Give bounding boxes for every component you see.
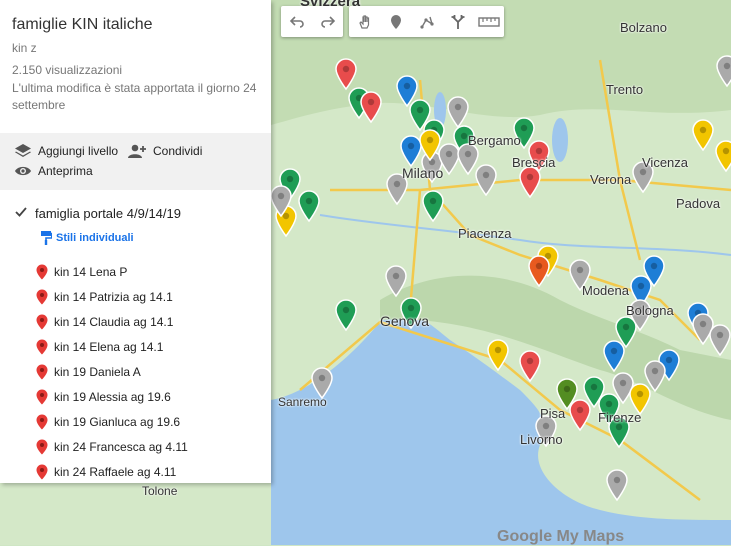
layers-icon <box>15 144 31 157</box>
view-count: 2.150 visualizzazioni <box>12 63 123 77</box>
add-person-icon <box>128 144 146 158</box>
preview-button[interactable]: Anteprima <box>14 164 93 178</box>
add-layer-label: Aggiungi livello <box>38 144 119 158</box>
list-item[interactable]: kin 14 Elena ag 14.1 <box>36 334 188 359</box>
hand-icon[interactable] <box>349 6 380 37</box>
list-item[interactable]: kin 24 Raffaele ag 4.11 <box>36 459 188 484</box>
list-item-label: kin 19 Daniela A <box>54 364 141 379</box>
list-item[interactable]: kin 19 Alessia ag 19.6 <box>36 384 188 409</box>
map-author: kin z <box>12 41 37 55</box>
map-label: Firenze <box>598 410 642 425</box>
red-pin-icon <box>36 289 48 304</box>
list-item-label: kin 14 Patrizia ag 14.1 <box>54 289 173 304</box>
red-pin-icon <box>36 464 48 479</box>
individual-styles-label: Stili individuali <box>56 231 134 244</box>
legend-panel: famiglie KIN italiche kin z 2.150 visual… <box>0 0 271 483</box>
map-label: Piacenza <box>458 226 512 241</box>
map-label: Bologna <box>626 303 674 318</box>
map-label: Bolzano <box>620 20 667 35</box>
undo-icon[interactable] <box>281 6 312 37</box>
map-label: Trento <box>606 82 644 97</box>
list-item-label: kin 24 Francesca ag 4.11 <box>54 439 188 454</box>
directions-icon[interactable] <box>442 6 473 37</box>
map-label: Brescia <box>512 155 556 170</box>
list-item[interactable]: kin 19 Gianluca ag 19.6 <box>36 409 188 434</box>
map-label: Modena <box>582 283 629 298</box>
red-pin-icon <box>36 314 48 329</box>
map-label: Padova <box>676 196 721 211</box>
layer-checkbox[interactable] <box>15 205 27 221</box>
list-item-label: kin 19 Gianluca ag 19.6 <box>54 414 181 429</box>
add-layer-button[interactable]: Aggiungi livello <box>14 143 118 159</box>
redo-icon[interactable] <box>312 6 343 37</box>
preview-label: Anteprima <box>38 164 93 178</box>
panel-actions: Aggiungi livello Condividi Anteprima <box>0 133 271 190</box>
google-watermark: Google My Maps <box>497 528 625 545</box>
map-label: Genova <box>380 313 430 329</box>
map-label: Verona <box>590 172 632 187</box>
red-pin-icon <box>36 364 48 379</box>
paint-roller-icon <box>41 231 52 245</box>
red-pin-icon <box>36 439 48 454</box>
line-icon[interactable] <box>411 6 442 37</box>
checkmark-icon <box>15 207 27 217</box>
list-item-label: kin 14 Lena P <box>54 264 128 279</box>
red-pin-icon <box>36 389 48 404</box>
map-label: Pisa <box>540 406 566 421</box>
list-item[interactable]: kin 19 Daniela A <box>36 359 188 384</box>
list-item[interactable]: kin 14 Claudia ag 14.1 <box>36 309 188 334</box>
red-pin-icon <box>36 264 48 279</box>
individual-styles-link[interactable]: Stili individuali <box>40 230 134 245</box>
eye-icon <box>15 166 31 176</box>
red-pin-icon <box>36 414 48 429</box>
list-item-label: kin 14 Claudia ag 14.1 <box>54 314 174 329</box>
map-label: Tolone <box>142 484 178 498</box>
map-toolbar <box>281 6 510 37</box>
list-item[interactable]: kin 24 Francesca ag 4.11 <box>36 434 188 459</box>
share-button[interactable]: Condividi <box>127 143 202 159</box>
share-label: Condividi <box>153 144 203 158</box>
list-item-label: kin 14 Elena ag 14.1 <box>54 339 164 354</box>
list-item[interactable]: kin 14 Patrizia ag 14.1 <box>36 284 188 309</box>
layer-name[interactable]: famiglia portale 4/9/14/19 <box>35 206 181 221</box>
map-label: Livorno <box>520 432 563 447</box>
map-title[interactable]: famiglie KIN italiche <box>12 16 153 34</box>
map-label: Milano <box>402 165 444 181</box>
layer-items: kin 14 Lena P kin 14 Patrizia ag 14.1 kin … <box>36 259 188 484</box>
last-modified: L'ultima modifica è stata apportata il g… <box>12 81 257 112</box>
red-pin-icon <box>36 339 48 354</box>
list-item-label: kin 19 Alessia ag 19.6 <box>54 389 171 404</box>
map-label: Vicenza <box>642 155 689 170</box>
list-item-label: kin 24 Raffaele ag 4.11 <box>54 464 177 479</box>
map-label: Sanremo <box>278 395 327 409</box>
map-label: Bergamo <box>468 133 521 148</box>
ruler-icon[interactable] <box>473 6 504 37</box>
list-item[interactable]: kin 14 Lena P <box>36 259 188 284</box>
marker-icon[interactable] <box>380 6 411 37</box>
